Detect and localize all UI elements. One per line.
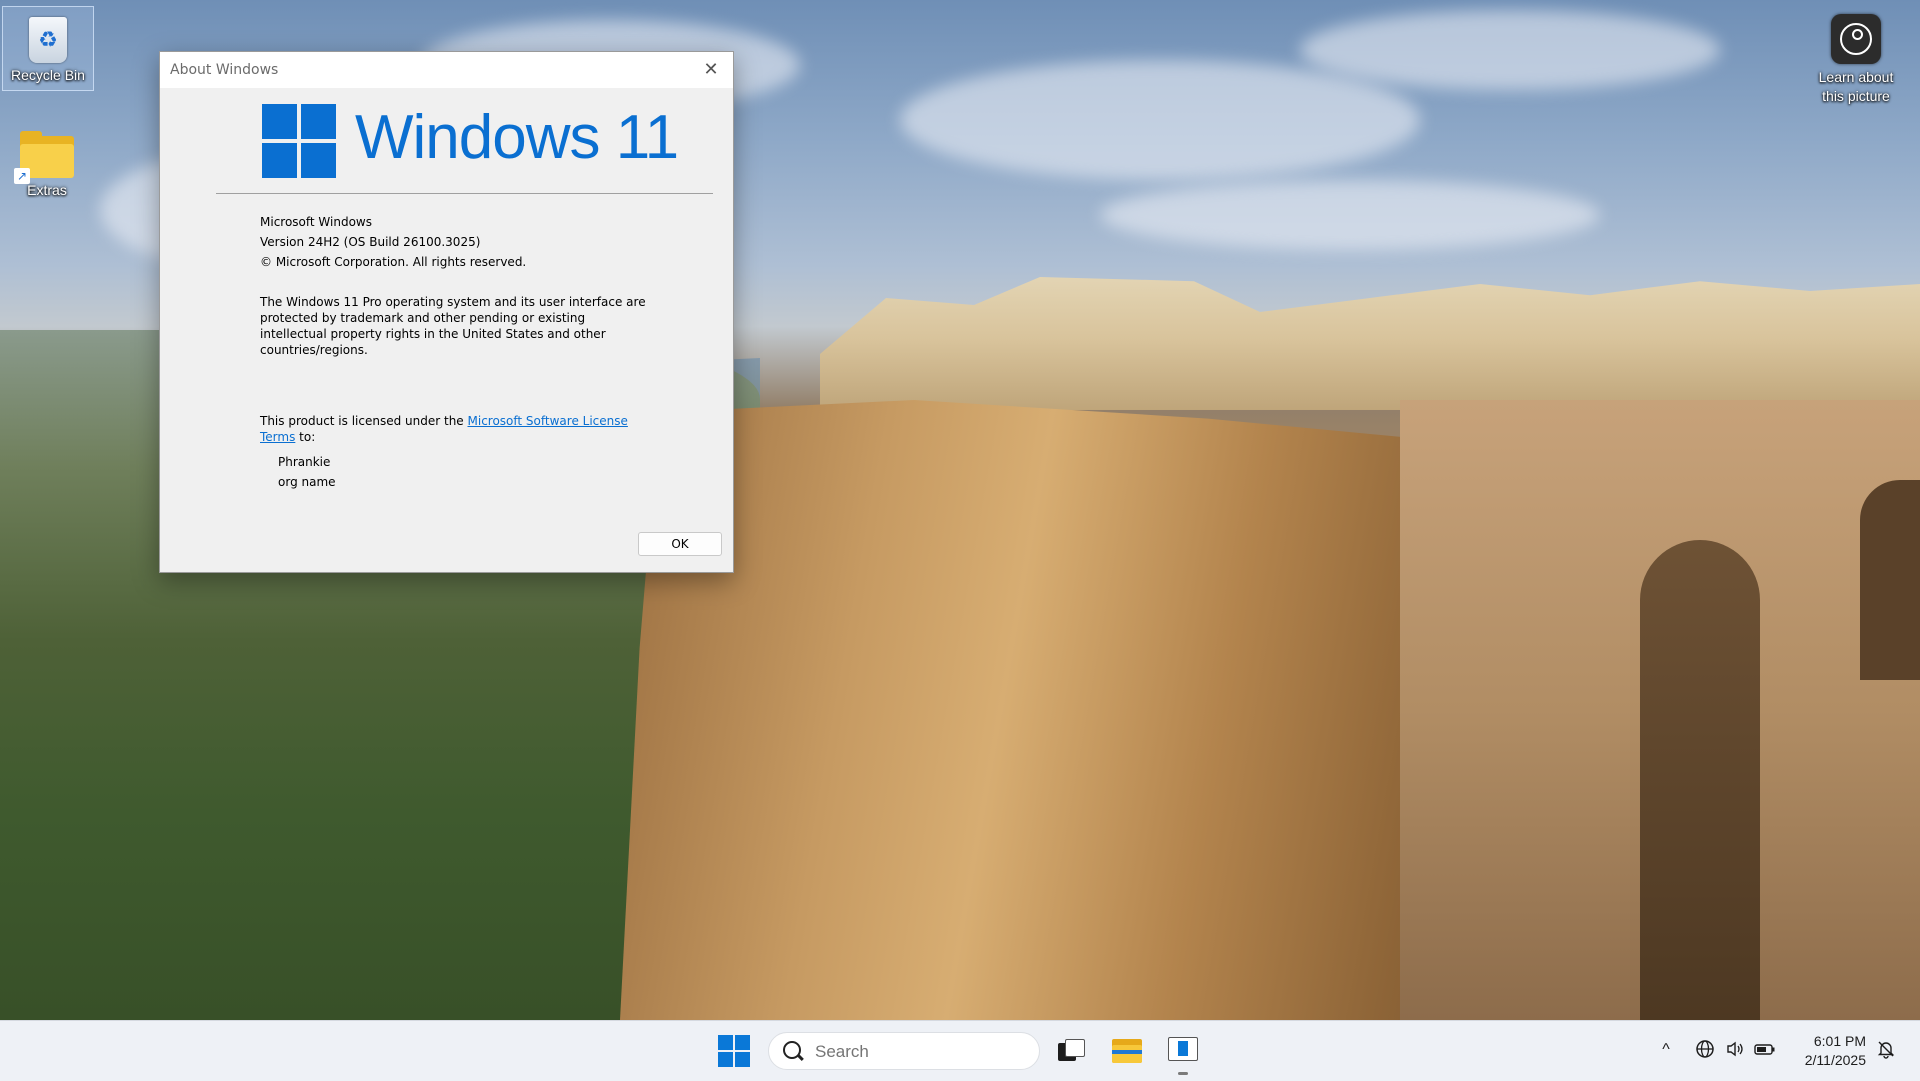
recycle-bin-icon: ♻ <box>29 17 67 63</box>
search-icon <box>783 1041 801 1059</box>
windows-logo-icon <box>262 104 336 178</box>
wallpaper-cloud <box>900 60 1420 180</box>
windows-11-wordmark: Windows 11 <box>355 103 679 172</box>
globe-icon[interactable] <box>1693 1039 1717 1064</box>
wallpaper-cloud <box>1300 10 1720 90</box>
license-prefix: This product is licensed under the <box>260 414 468 428</box>
about-windows-taskbar-button[interactable] <box>1168 1037 1198 1061</box>
desktop-background: ♻ Recycle Bin ↗ Extras Learn about this … <box>0 0 1920 1020</box>
copyright-text: © Microsoft Corporation. All rights rese… <box>260 255 527 269</box>
start-button[interactable] <box>718 1035 750 1067</box>
header-divider <box>216 193 713 194</box>
licensed-organization: org name <box>278 475 336 489</box>
trademark-description: The Windows 11 Pro operating system and … <box>260 295 646 357</box>
battery-icon[interactable] <box>1753 1039 1777 1064</box>
taskbar: ^ 6:01 PM 2/11/2025 <box>0 1020 1920 1081</box>
close-icon[interactable]: ✕ <box>689 52 733 88</box>
desktop-icon-label: Learn about this picture <box>1818 69 1894 104</box>
ok-button[interactable]: OK <box>638 532 722 556</box>
version-text: Version 24H2 (OS Build 26100.3025) <box>260 235 481 249</box>
task-view-button[interactable] <box>1058 1039 1085 1061</box>
desktop-icon-label: Recycle Bin <box>11 67 85 83</box>
wallpaper-bridge-arch <box>1640 540 1760 1020</box>
running-indicator <box>1178 1072 1188 1075</box>
folder-shortcut-icon: ↗ <box>14 131 74 184</box>
speaker-icon[interactable] <box>1723 1039 1747 1064</box>
product-name: Microsoft Windows <box>260 215 372 229</box>
wallpaper-town <box>820 277 1920 410</box>
desktop-icon-recycle-bin[interactable]: ♻ Recycle Bin <box>2 6 94 91</box>
wallpaper-bridge-arch-right <box>1860 480 1920 680</box>
dialog-title: About Windows <box>170 62 279 78</box>
taskbar-clock[interactable]: 6:01 PM 2/11/2025 <box>1782 1032 1866 1070</box>
licensed-user: Phrankie <box>278 455 331 469</box>
clock-time: 6:01 PM <box>1813 1033 1866 1049</box>
shortcut-arrow-icon: ↗ <box>14 168 30 184</box>
desktop-icon-label: Extras <box>27 182 67 198</box>
about-windows-dialog: About Windows ✕ Windows 11 Microsoft Win… <box>159 51 734 573</box>
winver-app-icon <box>1178 1041 1188 1056</box>
learn-about-picture-icon <box>1831 14 1881 64</box>
license-statement: This product is licensed under the Micro… <box>260 413 640 445</box>
desktop-icon-learn-about-picture[interactable]: Learn about this picture <box>1806 4 1906 110</box>
dialog-title-bar[interactable]: About Windows ✕ <box>160 52 733 88</box>
windows-logo-icon <box>718 1035 733 1050</box>
license-suffix: to: <box>295 430 316 444</box>
taskbar-search-box[interactable] <box>768 1032 1040 1070</box>
notification-bell-icon[interactable] <box>1874 1039 1898 1064</box>
file-explorer-button[interactable] <box>1112 1037 1142 1065</box>
show-hidden-icons-chevron-icon[interactable]: ^ <box>1654 1041 1678 1059</box>
desktop-icon-extras[interactable]: ↗ Extras <box>2 128 92 212</box>
search-input[interactable] <box>813 1039 1017 1065</box>
clock-date: 2/11/2025 <box>1804 1052 1866 1068</box>
wallpaper-cloud <box>1100 180 1600 250</box>
